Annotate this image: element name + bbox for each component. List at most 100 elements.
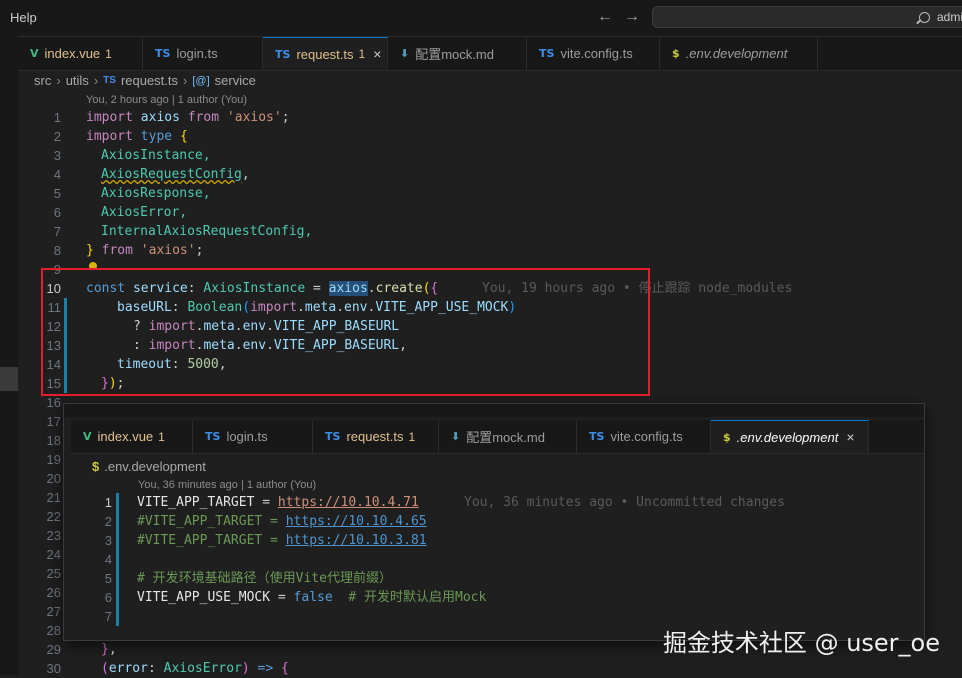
title-bar: Help ← → admi <box>0 0 962 37</box>
line-number: 1 <box>53 110 61 125</box>
tab-env-development[interactable]: $ .env.development × <box>711 420 869 453</box>
tab-index-vue[interactable]: V index.vue 1 <box>18 37 143 70</box>
ts-file-icon: TS <box>103 75 116 86</box>
variable-symbol-icon: [@] <box>192 74 210 87</box>
ts-file-icon: TS <box>325 430 341 443</box>
tab-label: .env.development <box>685 46 788 61</box>
tab-label: index.vue <box>97 429 154 444</box>
tab-label: vite.config.ts <box>610 429 683 444</box>
tab-label: login.ts <box>176 46 218 61</box>
line-number: 25 <box>46 566 61 581</box>
code-line: (error: AxiosError) => { <box>101 661 289 676</box>
tab-request-ts[interactable]: TS request.ts 1 <box>313 420 439 453</box>
line-number: 2 <box>104 514 112 529</box>
code-line: AxiosInstance, <box>101 148 211 163</box>
ts-file-icon: TS <box>275 47 291 61</box>
tab-mock-md[interactable]: ⬇ 配置mock.md <box>388 37 527 70</box>
tab-vite-config[interactable]: TS vite.config.ts <box>527 37 660 70</box>
line-number: 20 <box>46 471 61 486</box>
code-line: InternalAxiosRequestConfig, <box>101 224 313 239</box>
line-number: 6 <box>104 590 112 605</box>
editor-tabs: V index.vue 1 TS login.ts TS request.ts … <box>18 37 962 71</box>
breadcrumb-utils[interactable]: utils <box>66 73 89 88</box>
ts-file-icon: TS <box>589 430 605 443</box>
line-number: 5 <box>53 186 61 201</box>
forward-arrow-icon[interactable]: → <box>624 8 640 26</box>
line-number-current: 1 <box>104 495 112 510</box>
problem-count-badge: 1 <box>358 47 366 61</box>
line-number: 22 <box>46 509 61 524</box>
line-number: 2 <box>53 129 61 144</box>
vue-file-icon: V <box>30 47 39 60</box>
code-line: AxiosRequestConfig, <box>101 167 250 182</box>
code-line: AxiosResponse, <box>101 186 211 201</box>
codelens-blame[interactable]: You, 2 hours ago | 1 author (You) <box>86 94 247 106</box>
overlay-editor-tabs: V index.vue 1 TS login.ts TS request.ts … <box>71 420 924 454</box>
tab-index-vue[interactable]: V index.vue 1 <box>71 420 193 453</box>
code-line: VITE_APP_USE_MOCK = false # 开发时默认启用Mock <box>137 590 487 605</box>
line-number: 26 <box>46 585 61 600</box>
env-editor-window: V index.vue 1 TS login.ts TS request.ts … <box>63 403 925 641</box>
env-file-icon: $ <box>723 430 731 444</box>
tab-env-development[interactable]: $ .env.development <box>660 37 818 70</box>
code-line: #VITE_APP_TARGET = https://10.10.4.65 <box>137 514 427 529</box>
line-number: 3 <box>104 533 112 548</box>
line-number: 3 <box>53 148 61 163</box>
breadcrumb-file[interactable]: .env.development <box>104 459 206 474</box>
line-number: 4 <box>53 167 61 182</box>
search-text: admi <box>937 10 962 24</box>
ts-file-icon: TS <box>205 430 221 443</box>
ts-file-icon: TS <box>155 47 171 60</box>
problem-count-badge: 1 <box>158 429 165 444</box>
code-line: # 开发环境基础路径（使用Vite代理前缀） <box>137 571 392 586</box>
inline-blame: You, 36 minutes ago • Uncommitted change… <box>464 495 785 510</box>
tab-login-ts[interactable]: TS login.ts <box>143 37 263 70</box>
tab-label: vite.config.ts <box>560 46 633 61</box>
line-number: 6 <box>53 205 61 220</box>
line-number: 5 <box>104 571 112 586</box>
back-arrow-icon[interactable]: ← <box>597 8 613 26</box>
tab-label: 配置mock.md <box>466 430 545 445</box>
overlay-title-strip <box>64 404 924 417</box>
line-number: 23 <box>46 528 61 543</box>
tab-label: request.ts <box>346 429 404 444</box>
env-file-icon: $ <box>672 47 680 60</box>
tab-vite-config[interactable]: TS vite.config.ts <box>577 420 711 453</box>
breadcrumb-file[interactable]: request.ts <box>121 73 178 88</box>
chevron-right-icon: › <box>56 73 61 88</box>
command-center-search[interactable]: admi <box>652 6 962 28</box>
line-number: 19 <box>46 452 61 467</box>
tab-mock-md[interactable]: ⬇ 配置mock.md <box>439 420 577 453</box>
tab-label: .env.development <box>736 429 839 445</box>
line-number: 21 <box>46 490 61 505</box>
annotation-highlight-box <box>41 268 650 396</box>
breadcrumb-symbol[interactable]: service <box>215 73 256 88</box>
close-icon[interactable]: × <box>846 429 854 445</box>
tab-label: 配置mock.md <box>415 47 494 62</box>
chevron-right-icon: › <box>93 73 99 88</box>
markdown-file-icon: ⬇ <box>451 430 461 443</box>
code-line: import axios from 'axios'; <box>86 110 290 125</box>
markdown-file-icon: ⬇ <box>400 47 410 60</box>
tab-request-ts[interactable]: TS request.ts 1 × <box>263 37 388 70</box>
search-icon <box>919 12 930 23</box>
code-line: AxiosError, <box>101 205 188 220</box>
code-line: import type { <box>86 129 188 144</box>
code-line: VITE_APP_TARGET = https://10.10.4.71 <box>137 495 419 510</box>
codelens-blame[interactable]: You, 36 minutes ago | 1 author (You) <box>138 479 316 491</box>
code-line: #VITE_APP_TARGET = https://10.10.3.81 <box>137 533 427 548</box>
line-number: 18 <box>46 433 61 448</box>
tab-label: login.ts <box>226 429 268 444</box>
activity-bar <box>0 36 18 675</box>
menu-help[interactable]: Help <box>10 10 37 25</box>
line-number: 30 <box>46 661 61 676</box>
close-icon[interactable]: × <box>373 46 381 62</box>
tab-login-ts[interactable]: TS login.ts <box>193 420 313 453</box>
activity-marker[interactable] <box>0 367 18 391</box>
code-line: } from 'axios'; <box>86 243 204 258</box>
line-number: 29 <box>46 642 61 657</box>
breadcrumb: src › utils › TS request.ts › [@] servic… <box>34 73 256 88</box>
git-added-marker[interactable] <box>116 493 119 626</box>
line-number: 8 <box>53 243 61 258</box>
breadcrumb-src[interactable]: src <box>34 73 51 88</box>
